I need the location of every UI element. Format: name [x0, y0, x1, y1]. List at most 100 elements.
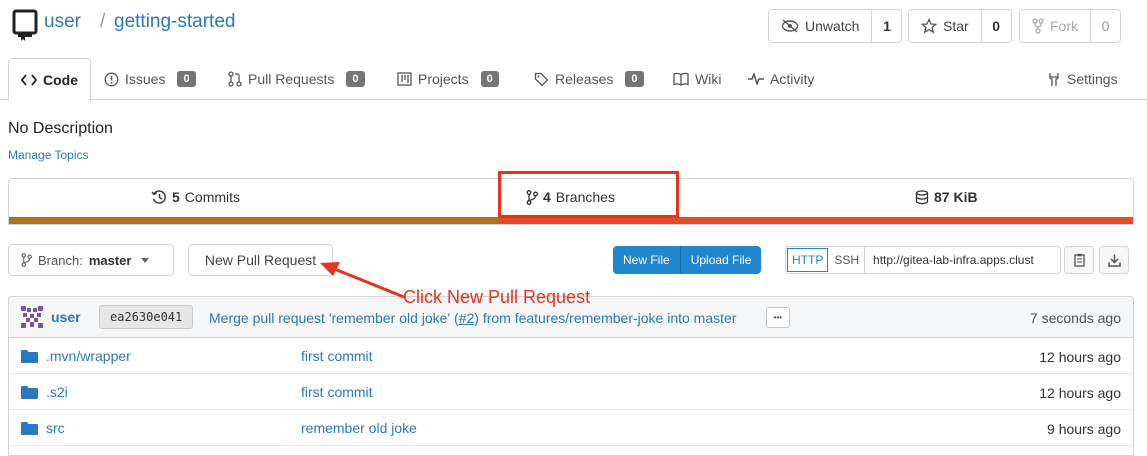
language-bar-primary: [9, 217, 499, 224]
branch-icon: [21, 253, 32, 267]
folder-icon: [21, 349, 38, 363]
annotation-arrow: [320, 262, 405, 299]
http-clone-button[interactable]: HTTP: [787, 248, 829, 272]
repo-name-link[interactable]: getting-started: [114, 11, 235, 33]
commit-author-link[interactable]: user: [51, 309, 81, 325]
file-name: wrapper: [80, 348, 131, 364]
file-actions-group: New File Upload File: [613, 246, 762, 274]
tab-wiki[interactable]: Wiki: [673, 58, 721, 100]
projects-count-badge: 0: [480, 71, 499, 87]
caret-down-icon: [141, 257, 150, 263]
commit-sha-button[interactable]: ea2630e041: [99, 305, 194, 329]
new-pull-request-button[interactable]: New Pull Request: [188, 244, 333, 276]
commits-label: Commits: [184, 189, 241, 205]
tab-pull-requests-label: Pull Requests: [248, 71, 335, 87]
clone-panel: HTTP SSH http://gitea-lab-infra.apps.clu…: [785, 246, 1062, 274]
file-name-link[interactable]: .mvn/wrapper: [21, 348, 131, 364]
tab-releases[interactable]: Releases 0: [534, 58, 644, 100]
tab-code-label: Code: [43, 71, 78, 88]
commit-message-end: ) from features/remember-joke into maste…: [474, 310, 737, 326]
tab-activity[interactable]: Activity: [748, 58, 814, 100]
unwatch-button[interactable]: Unwatch: [769, 10, 873, 42]
file-commit-time: 12 hours ago: [1039, 385, 1121, 401]
copy-url-button[interactable]: [1064, 246, 1094, 274]
commit-message-start: Merge pull request 'remember old joke' (: [209, 310, 459, 326]
file-commit-message[interactable]: remember old joke: [301, 420, 417, 436]
tab-settings[interactable]: Settings: [1047, 58, 1118, 100]
star-label: Star: [943, 18, 969, 34]
fork-count[interactable]: 0: [1091, 10, 1120, 42]
branch-prefix: Branch:: [38, 252, 83, 268]
pr-link[interactable]: #2: [459, 310, 475, 326]
book-icon: [673, 72, 689, 86]
tab-issues-label: Issues: [125, 71, 166, 87]
file-row: src remember old joke 9 hours ago: [9, 410, 1133, 446]
issue-icon: [104, 72, 119, 86]
ssh-clone-button[interactable]: SSH: [829, 247, 866, 273]
file-commit-message[interactable]: first commit: [301, 384, 373, 400]
unwatch-label: Unwatch: [805, 18, 860, 34]
database-icon: [915, 189, 929, 204]
manage-topics-link[interactable]: Manage Topics: [8, 148, 89, 162]
repo-icon: [12, 9, 38, 41]
file-name: src: [46, 420, 65, 436]
repo-owner-link[interactable]: user: [44, 11, 81, 33]
star-button[interactable]: Star: [909, 10, 982, 42]
avatar[interactable]: [21, 306, 43, 328]
watch-count[interactable]: 1: [872, 10, 901, 42]
star-icon: [921, 18, 937, 34]
history-icon: [151, 189, 166, 204]
clone-url-field[interactable]: http://gitea-lab-infra.apps.clust: [865, 247, 1060, 273]
tab-issues[interactable]: Issues 0: [104, 58, 196, 100]
file-row: .mvn/wrapper first commit 12 hours ago: [9, 338, 1133, 374]
repo-size: 87 KiB: [934, 189, 978, 205]
file-row: .s2i first commit 12 hours ago: [9, 374, 1133, 410]
commits-count: 5: [172, 189, 180, 205]
tab-settings-label: Settings: [1067, 71, 1118, 87]
branch-selector[interactable]: Branch: master: [8, 244, 174, 276]
pull-request-icon: [228, 71, 242, 87]
star-count[interactable]: 0: [982, 10, 1011, 42]
size-stat: 87 KiB: [915, 189, 978, 205]
commit-time: 7 seconds ago: [1029, 310, 1121, 326]
tab-pull-requests[interactable]: Pull Requests 0: [228, 58, 365, 100]
file-name-link[interactable]: src: [21, 420, 65, 436]
fork-icon: [1032, 18, 1044, 34]
tab-projects[interactable]: Projects 0: [397, 58, 499, 100]
eye-slash-icon: [781, 19, 799, 33]
tab-code[interactable]: Code: [8, 58, 91, 101]
new-file-button[interactable]: New File: [613, 246, 680, 274]
repo-description: No Description: [8, 120, 113, 137]
file-commit-message[interactable]: first commit: [301, 348, 373, 364]
fork-label: Fork: [1050, 18, 1078, 34]
pull-requests-count-badge: 0: [346, 71, 365, 87]
repo-tabs: Code Issues 0 Pull Requests 0 Projects 0…: [0, 58, 1147, 101]
project-icon: [397, 72, 412, 86]
branch-name: master: [88, 252, 132, 268]
fork-button-group: Fork 0: [1019, 9, 1121, 43]
file-commit-time: 9 hours ago: [1047, 421, 1121, 437]
annotation-highlight-box: [498, 171, 679, 218]
download-icon: [1107, 254, 1121, 267]
tag-icon: [534, 72, 549, 86]
tab-projects-label: Projects: [418, 71, 469, 87]
tab-releases-label: Releases: [555, 71, 614, 87]
pulse-icon: [748, 73, 764, 85]
commit-message[interactable]: Merge pull request 'remember old joke' (…: [209, 310, 736, 326]
file-table: user ea2630e041 Merge pull request 'reme…: [8, 296, 1134, 456]
file-commit-time: 12 hours ago: [1039, 349, 1121, 365]
commits-stat[interactable]: 5 Commits: [151, 189, 240, 205]
file-dir-prefix: .mvn/: [46, 348, 81, 364]
tab-activity-label: Activity: [770, 71, 815, 87]
star-button-group: Star 0: [908, 9, 1012, 43]
download-archive-button[interactable]: [1099, 246, 1129, 274]
path-separator: /: [100, 11, 106, 32]
fork-button[interactable]: Fork: [1020, 10, 1091, 42]
tools-icon: [1049, 72, 1059, 86]
folder-icon: [21, 385, 38, 399]
upload-file-button[interactable]: Upload File: [679, 246, 762, 274]
expand-commit-button[interactable]: •••: [766, 307, 790, 328]
tab-wiki-label: Wiki: [695, 71, 722, 87]
annotation-text: Click New Pull Request: [403, 287, 591, 307]
file-name-link[interactable]: .s2i: [21, 384, 68, 400]
